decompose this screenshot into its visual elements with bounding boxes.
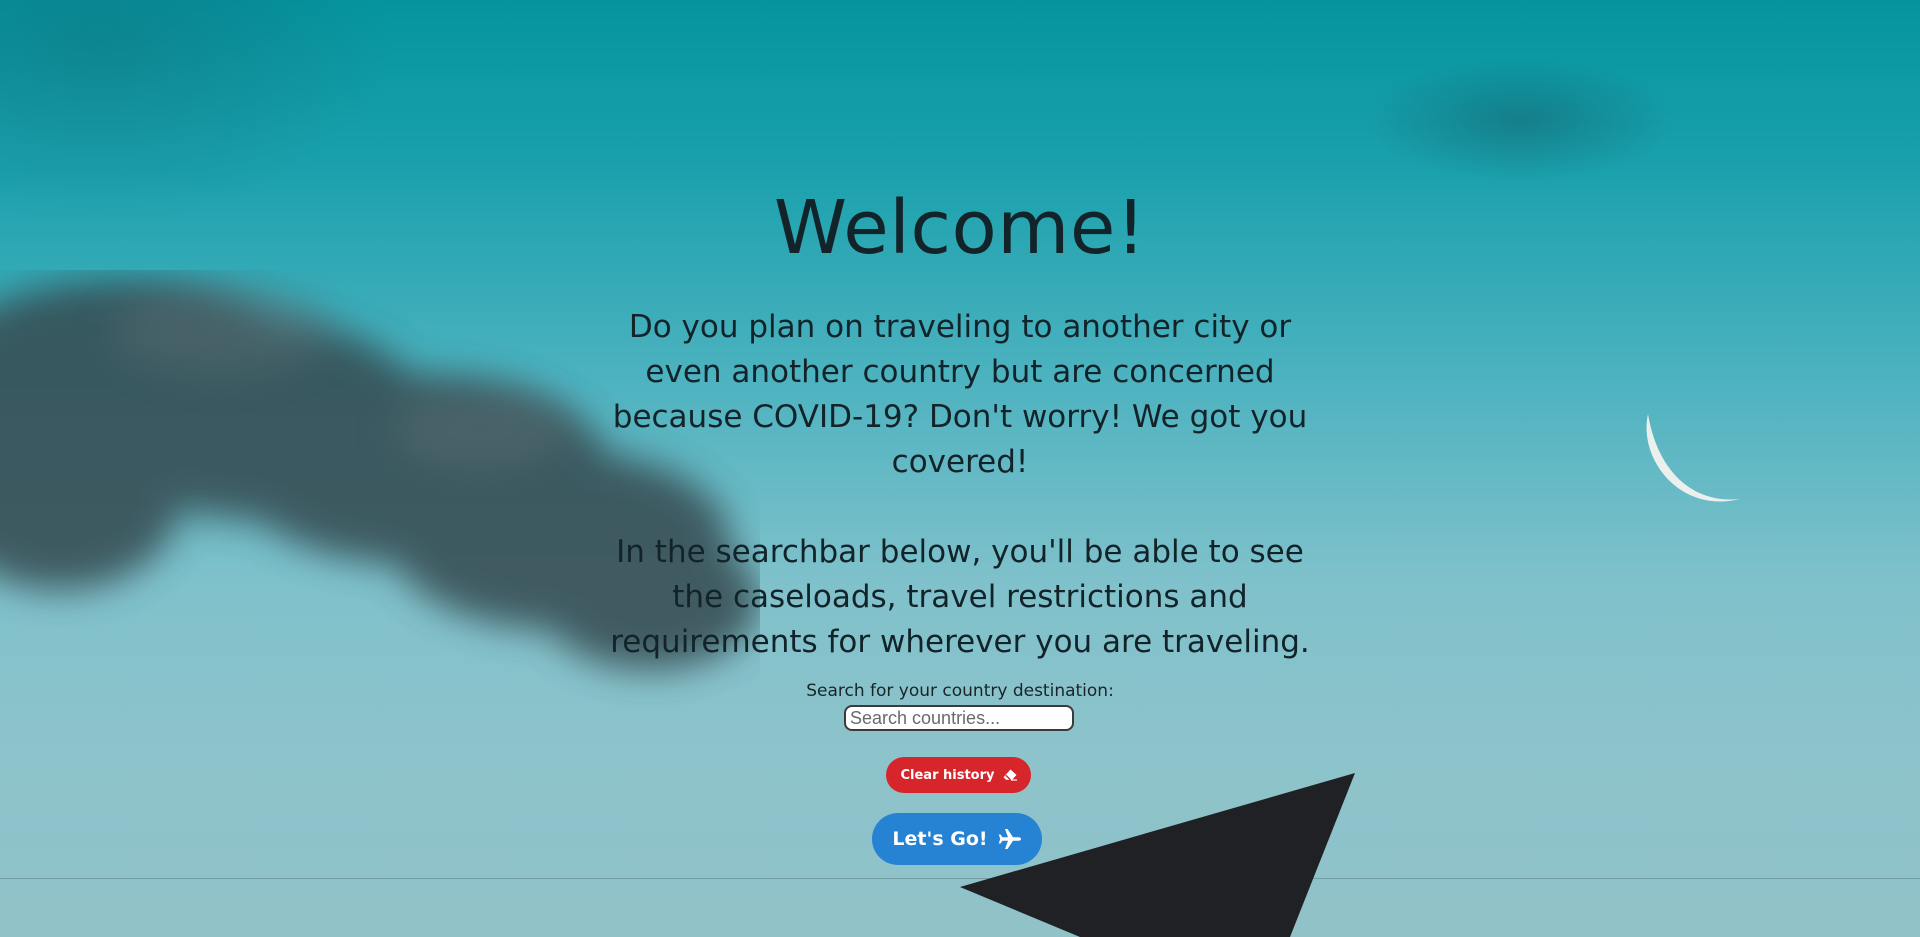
intro-paragraph: Do you plan on traveling to another city…: [612, 309, 1308, 480]
clear-history-button[interactable]: Clear history: [886, 757, 1031, 793]
lets-go-button[interactable]: Let's Go!: [872, 813, 1042, 865]
airplane-icon: [998, 828, 1022, 850]
page-title: Welcome!: [773, 185, 1147, 271]
intro-text: Do you plan on traveling to another city…: [610, 305, 1310, 665]
horizon-line: [0, 878, 1920, 879]
eraser-icon: [1003, 769, 1017, 781]
intro-paragraph: In the searchbar below, you'll be able t…: [610, 534, 1310, 660]
search-label: Search for your country destination:: [806, 681, 1114, 701]
lets-go-label: Let's Go!: [892, 828, 988, 850]
crescent-moon-illustration: [1646, 414, 1740, 502]
search-input[interactable]: [844, 705, 1074, 731]
clear-history-label: Clear history: [900, 767, 995, 783]
